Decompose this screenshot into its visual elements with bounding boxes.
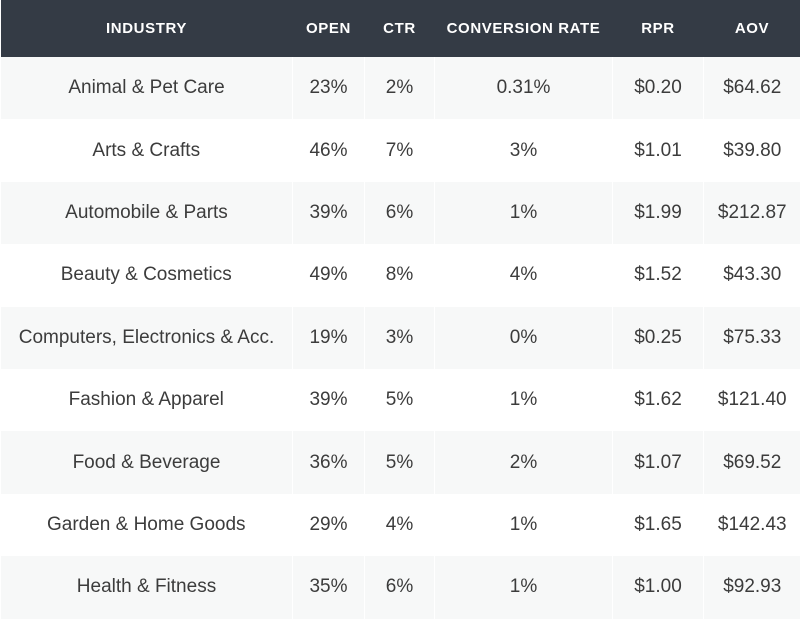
- column-header-aov[interactable]: AOV: [704, 0, 800, 57]
- cell-conversion: 1%: [435, 556, 613, 618]
- cell-aov: $121.40: [704, 369, 800, 431]
- cell-ctr: 3%: [365, 307, 435, 369]
- cell-industry: Garden & Home Goods: [1, 494, 293, 556]
- cell-aov: $75.33: [704, 307, 800, 369]
- cell-industry: Health & Fitness: [1, 556, 293, 618]
- table-row: Beauty & Cosmetics49%8%4%$1.52$43.30: [1, 244, 800, 306]
- cell-open: 49%: [293, 244, 365, 306]
- cell-rpr: $1.00: [613, 556, 704, 618]
- cell-aov: $64.62: [704, 57, 800, 119]
- table-row: Arts & Crafts46%7%3%$1.01$39.80: [1, 119, 800, 181]
- cell-rpr: $1.52: [613, 244, 704, 306]
- cell-ctr: 8%: [365, 244, 435, 306]
- cell-ctr: 4%: [365, 494, 435, 556]
- cell-ctr: 5%: [365, 431, 435, 493]
- cell-industry: Automobile & Parts: [1, 182, 293, 244]
- column-header-rpr[interactable]: RPR: [613, 0, 704, 57]
- column-header-open[interactable]: OPEN: [293, 0, 365, 57]
- cell-open: 39%: [293, 369, 365, 431]
- cell-industry: Food & Beverage: [1, 431, 293, 493]
- cell-ctr: 5%: [365, 369, 435, 431]
- cell-rpr: $1.01: [613, 119, 704, 181]
- cell-conversion: 3%: [435, 119, 613, 181]
- cell-open: 23%: [293, 57, 365, 119]
- cell-open: 35%: [293, 556, 365, 618]
- table-row: Automobile & Parts39%6%1%$1.99$212.87: [1, 182, 800, 244]
- cell-rpr: $0.20: [613, 57, 704, 119]
- table-header: INDUSTRY OPEN CTR CONVERSION RATE RPR AO…: [1, 0, 800, 57]
- cell-ctr: 6%: [365, 182, 435, 244]
- cell-rpr: $0.25: [613, 307, 704, 369]
- cell-rpr: $1.62: [613, 369, 704, 431]
- cell-aov: $142.43: [704, 494, 800, 556]
- table-row: Fashion & Apparel39%5%1%$1.62$121.40: [1, 369, 800, 431]
- cell-open: 46%: [293, 119, 365, 181]
- column-header-industry[interactable]: INDUSTRY: [1, 0, 293, 57]
- cell-aov: $69.52: [704, 431, 800, 493]
- cell-industry: Animal & Pet Care: [1, 57, 293, 119]
- cell-open: 39%: [293, 182, 365, 244]
- cell-rpr: $1.65: [613, 494, 704, 556]
- cell-conversion: 1%: [435, 494, 613, 556]
- cell-industry: Fashion & Apparel: [1, 369, 293, 431]
- cell-aov: $92.93: [704, 556, 800, 618]
- cell-ctr: 6%: [365, 556, 435, 618]
- table-row: Health & Fitness35%6%1%$1.00$92.93: [1, 556, 800, 618]
- cell-rpr: $1.99: [613, 182, 704, 244]
- column-header-ctr[interactable]: CTR: [365, 0, 435, 57]
- cell-industry: Beauty & Cosmetics: [1, 244, 293, 306]
- cell-ctr: 2%: [365, 57, 435, 119]
- cell-open: 36%: [293, 431, 365, 493]
- cell-open: 19%: [293, 307, 365, 369]
- table-header-row: INDUSTRY OPEN CTR CONVERSION RATE RPR AO…: [1, 0, 800, 57]
- cell-conversion: 0.31%: [435, 57, 613, 119]
- cell-ctr: 7%: [365, 119, 435, 181]
- cell-open: 29%: [293, 494, 365, 556]
- column-header-conversion[interactable]: CONVERSION RATE: [435, 0, 613, 57]
- table-row: Food & Beverage36%5%2%$1.07$69.52: [1, 431, 800, 493]
- cell-industry: Computers, Electronics & Acc.: [1, 307, 293, 369]
- cell-conversion: 4%: [435, 244, 613, 306]
- cell-aov: $39.80: [704, 119, 800, 181]
- cell-industry: Arts & Crafts: [1, 119, 293, 181]
- cell-rpr: $1.07: [613, 431, 704, 493]
- cell-conversion: 1%: [435, 369, 613, 431]
- table-row: Garden & Home Goods29%4%1%$1.65$142.43: [1, 494, 800, 556]
- cell-conversion: 2%: [435, 431, 613, 493]
- industry-metrics-table: INDUSTRY OPEN CTR CONVERSION RATE RPR AO…: [0, 0, 800, 619]
- cell-aov: $212.87: [704, 182, 800, 244]
- table-row: Computers, Electronics & Acc.19%3%0%$0.2…: [1, 307, 800, 369]
- cell-conversion: 0%: [435, 307, 613, 369]
- table-row: Animal & Pet Care23%2%0.31%$0.20$64.62: [1, 57, 800, 119]
- cell-conversion: 1%: [435, 182, 613, 244]
- table-body: Animal & Pet Care23%2%0.31%$0.20$64.62Ar…: [1, 57, 800, 619]
- cell-aov: $43.30: [704, 244, 800, 306]
